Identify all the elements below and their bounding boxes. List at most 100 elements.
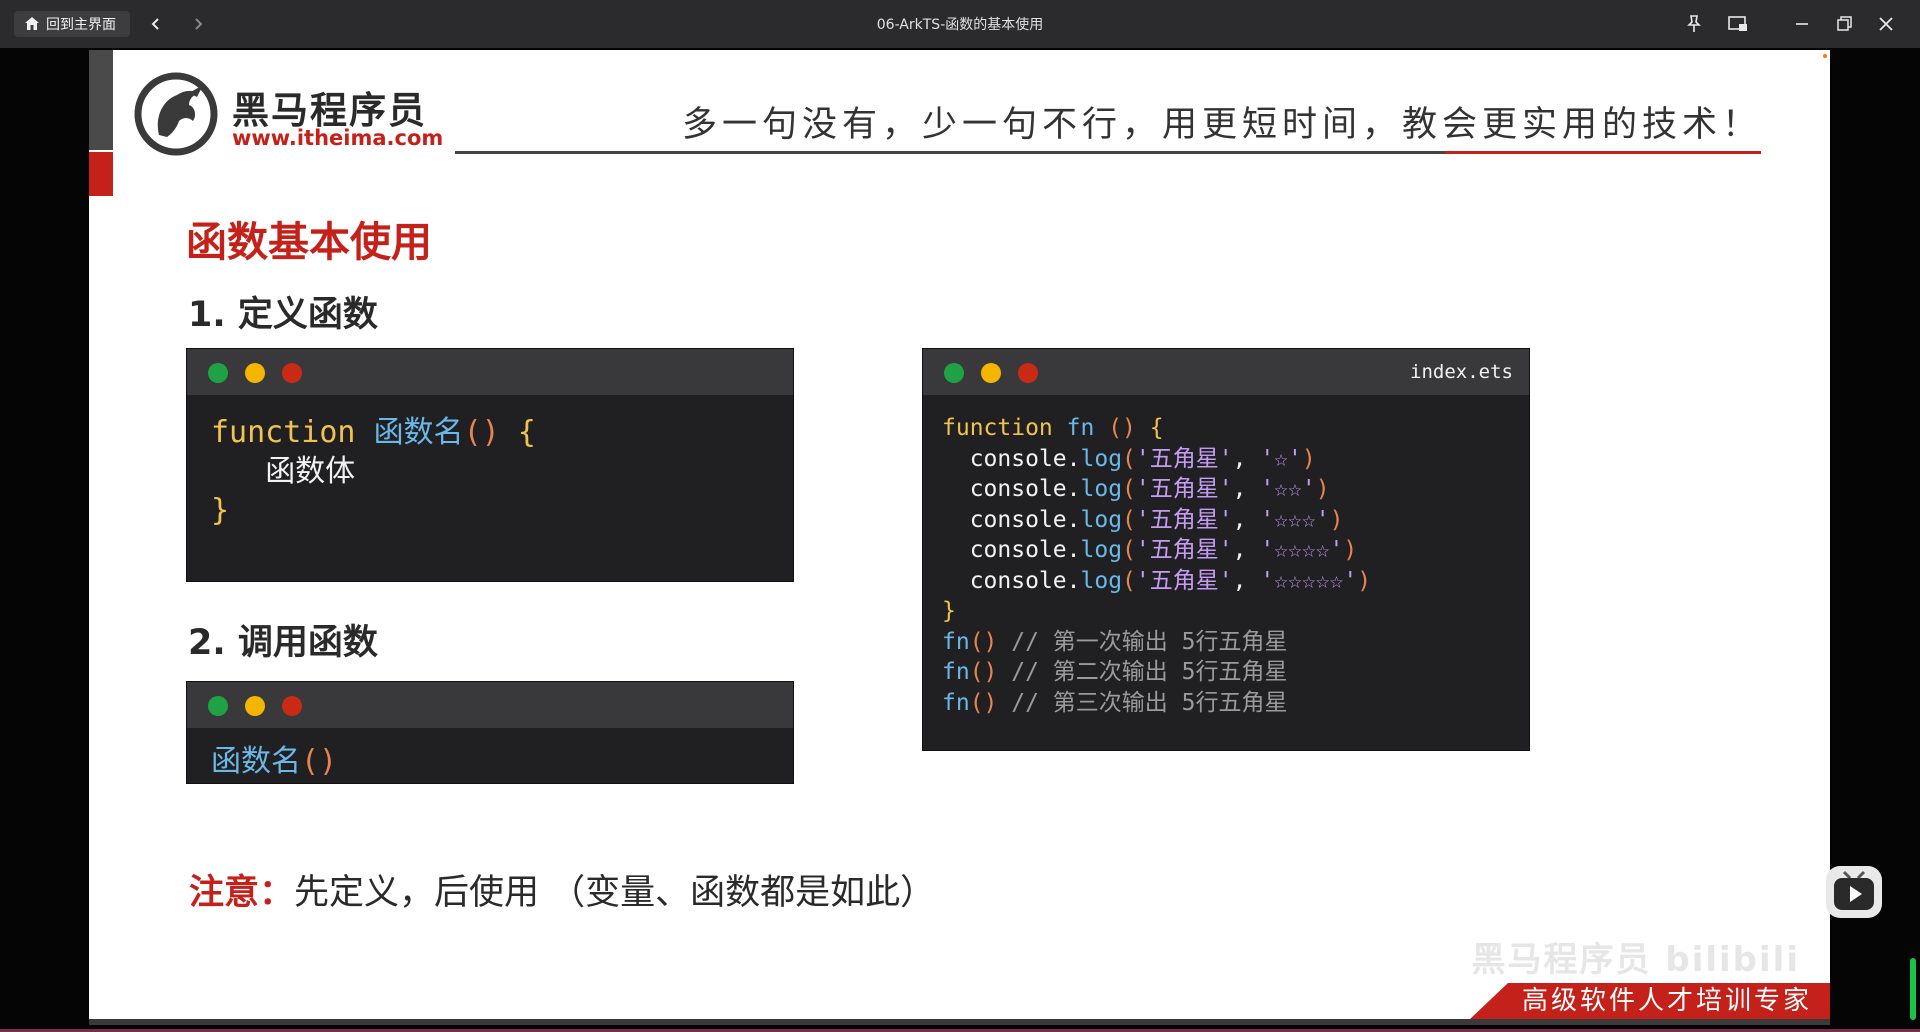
console-object: console <box>969 445 1067 472</box>
bilibili-tv-button[interactable] <box>1826 866 1882 918</box>
pin-button[interactable] <box>1682 12 1706 36</box>
indicator-dot <box>1823 54 1827 58</box>
code-window-define: function 函数名() { 函数体 } <box>186 348 794 582</box>
yellow-dot-icon <box>981 363 1001 383</box>
header-decoration-gray <box>89 50 113 150</box>
parens: () <box>301 744 338 779</box>
call-name: fn <box>942 659 970 685</box>
string-label: '五角星' <box>1135 506 1233 533</box>
paren-close: ) <box>1357 567 1372 594</box>
string-label: '五角星' <box>1135 537 1233 563</box>
yellow-dot-icon <box>245 363 265 383</box>
log-method: log <box>1080 476 1123 502</box>
string-label: '五角星' <box>1135 476 1233 502</box>
slide-bottom-bar <box>89 1019 1830 1025</box>
green-dot-icon <box>208 363 228 383</box>
call-parens: () <box>969 689 998 716</box>
chevron-left-icon <box>151 18 159 30</box>
code-window-call: 函数名() <box>186 681 794 784</box>
file-name: index.ets <box>1410 361 1513 383</box>
code-window-example: index.ets function fn () { console.log('… <box>922 348 1530 751</box>
watermark: 黑马程序员 bilibili <box>1471 940 1800 980</box>
code-call: 函数名() <box>211 744 337 780</box>
paren-close: ) <box>1329 506 1344 533</box>
log-method: log <box>1080 567 1123 594</box>
paren-close: ) <box>1301 445 1316 472</box>
code-window-bar: index.ets <box>923 349 1529 395</box>
string-stars: '☆☆' <box>1260 476 1316 502</box>
function-call-line: fn() // 第二次输出 5行五角星 <box>942 659 1288 685</box>
paren-open: ( <box>1122 445 1136 472</box>
red-dot-icon <box>1018 363 1038 383</box>
restore-icon <box>1837 16 1852 31</box>
brand-url: www.itheima.com <box>232 126 444 150</box>
log-method: log <box>1080 445 1123 472</box>
string-stars: '☆☆☆☆☆' <box>1260 567 1358 594</box>
call-name: fn <box>942 689 970 716</box>
paren-close: ) <box>1315 476 1330 502</box>
function-name: 函数名 <box>211 744 301 779</box>
paren-open: ( <box>1122 506 1136 533</box>
function-name: fn <box>1066 415 1095 441</box>
banner-text: 高级软件人才培训专家 <box>1521 986 1812 1016</box>
string-label: '五角星' <box>1135 445 1233 472</box>
paren-open: ( <box>1122 537 1136 563</box>
note-label: 注意： <box>189 873 295 913</box>
forward-button[interactable] <box>186 12 210 36</box>
close-button[interactable] <box>1874 12 1898 36</box>
paren-open: ( <box>1122 476 1136 502</box>
green-dot-icon <box>944 363 964 383</box>
red-dot-icon <box>282 696 302 716</box>
call-comment: // 第二次输出 5行五角星 <box>1011 659 1288 685</box>
parens: () <box>1108 415 1136 441</box>
green-dot-icon <box>208 696 228 716</box>
slogan: 多一句没有，少一句不行，用更短时间，教会更实用的技术！ <box>681 105 1762 145</box>
chevron-right-icon <box>195 18 203 30</box>
home-button[interactable]: 回到主界面 <box>14 11 130 37</box>
keyword: function <box>942 415 1053 441</box>
function-call-line: fn() // 第三次输出 5行五角星 <box>942 690 1288 716</box>
minimize-button[interactable] <box>1790 12 1814 36</box>
console-object: console <box>969 567 1067 594</box>
function-name: 函数名 <box>373 415 464 450</box>
pin-icon <box>1687 15 1701 32</box>
open-brace: { <box>1149 415 1164 441</box>
title-bar: 回到主界面 06-ArkTS-函数的基本使用 <box>0 0 1920 48</box>
string-stars: '☆☆☆' <box>1260 506 1330 533</box>
keyword: function <box>211 415 356 450</box>
console-log-line: console.log('五角星', '☆☆☆☆☆') <box>969 567 1372 594</box>
call-comment: // 第一次输出 5行五角星 <box>1011 628 1288 655</box>
slide-title: 函数基本使用 <box>186 218 432 266</box>
close-icon <box>1879 17 1893 31</box>
console-log-line: console.log('五角星', '☆☆') <box>969 476 1330 502</box>
restore-button[interactable] <box>1832 12 1856 36</box>
paren-close: ) <box>1343 537 1358 563</box>
mini-player-button[interactable] <box>1726 12 1750 36</box>
console-object: console <box>969 506 1067 533</box>
call-parens: () <box>969 659 998 685</box>
section-define-title: 1. 定义函数 <box>188 295 378 335</box>
section-call-title: 2. 调用函数 <box>188 623 378 663</box>
header-divider-accent <box>1445 151 1761 154</box>
string-label: '五角星' <box>1135 567 1233 594</box>
back-button[interactable] <box>144 12 168 36</box>
paren-open: ( <box>1122 567 1136 594</box>
note-text: 先定义，后使用 （变量、函数都是如此） <box>294 873 936 913</box>
log-method: log <box>1080 537 1123 563</box>
string-stars: '☆☆☆☆' <box>1260 537 1344 563</box>
string-stars: '☆' <box>1260 445 1302 472</box>
console-log-line: console.log('五角星', '☆☆☆☆') <box>969 537 1358 563</box>
picture-in-picture-icon <box>1728 16 1747 31</box>
call-lines: fn() // 第一次输出 5行五角星 fn() // 第二次输出 5行五角星 … <box>942 629 1288 716</box>
close-brace: } <box>211 493 230 528</box>
home-button-label: 回到主界面 <box>46 17 116 33</box>
note: 注意：先定义，后使用 （变量、函数都是如此） <box>189 864 935 915</box>
log-method: log <box>1080 506 1123 533</box>
slide: 黑马程序员 www.itheima.com 多一句没有，少一句不行，用更短时间，… <box>89 50 1830 1019</box>
code-window-bar <box>187 682 793 728</box>
play-icon <box>1834 870 1874 910</box>
parens: () <box>463 415 500 450</box>
open-brace: { <box>517 415 536 450</box>
call-parens: () <box>969 628 998 655</box>
code-example: function fn () { console.log('五角星', '☆')… <box>942 413 1371 718</box>
